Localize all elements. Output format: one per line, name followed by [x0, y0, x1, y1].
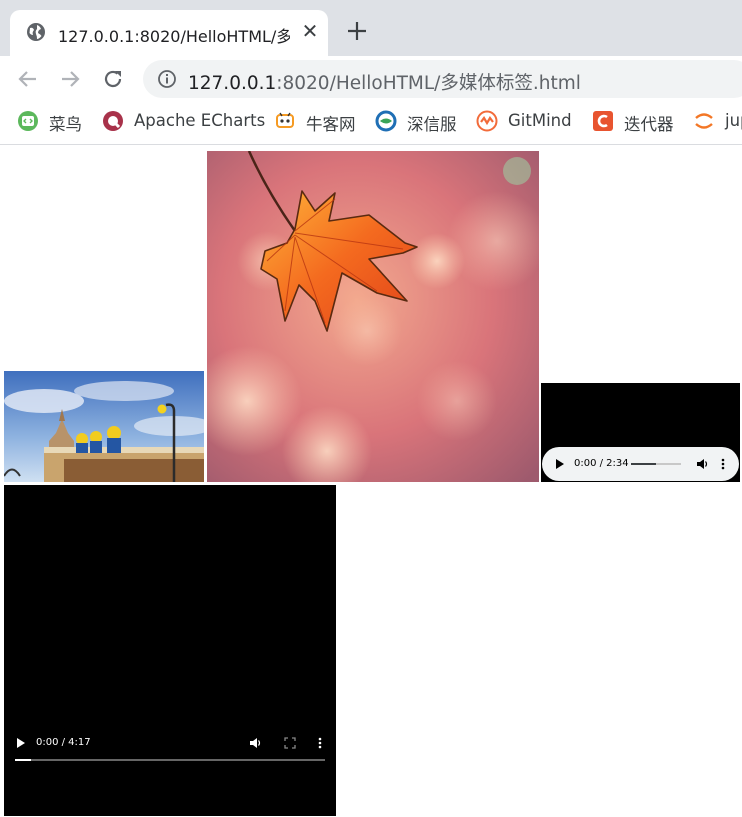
- bookmarks-bar: 菜鸟 Apache ECharts 牛客网 深信服 GitMind 迭代器 ju: [0, 102, 742, 145]
- tab-strip: 127.0.0.1:8020/HelloHTML/多媒体标签.html ✕: [0, 0, 742, 56]
- video-seek-bar[interactable]: [15, 759, 325, 761]
- back-arrow-icon[interactable]: [17, 68, 39, 90]
- nowcoder-icon: [276, 112, 294, 128]
- video-time: 0:00 / 4:17: [36, 737, 91, 748]
- audio-volume-fill: [631, 463, 656, 465]
- url-path: :8020/HelloHTML/多媒体标签.html: [276, 73, 581, 94]
- bookmark-label: Apache ECharts: [134, 111, 266, 130]
- forward-arrow-icon[interactable]: [59, 68, 81, 90]
- url-host: 127.0.0.1: [188, 73, 277, 94]
- video-player[interactable]: 0:00 / 4:17: [4, 485, 336, 816]
- info-icon[interactable]: [157, 69, 177, 89]
- audio-controls: 0:00 / 2:34: [542, 447, 739, 481]
- bookmark-label: 迭代器: [624, 115, 674, 134]
- city-photo: [4, 371, 204, 482]
- close-icon[interactable]: ✕: [300, 22, 320, 42]
- maple-leaf-image: [207, 151, 539, 482]
- audio-volume-slider[interactable]: [631, 463, 681, 465]
- volume-icon[interactable]: [697, 458, 709, 470]
- globe-icon: [27, 23, 45, 41]
- new-tab-icon[interactable]: [346, 20, 368, 42]
- video-buffered-fill: [15, 759, 31, 761]
- toolbar: 127.0.0.1:8020/HelloHTML/多媒体标签.html: [0, 56, 742, 102]
- more-vert-icon[interactable]: [721, 458, 725, 470]
- echarts-icon: [103, 111, 123, 131]
- bookmark-label: 牛客网: [306, 115, 356, 134]
- jupyter-icon: [695, 113, 713, 129]
- maple-leaf-photo: [207, 151, 539, 482]
- volume-icon[interactable]: [250, 737, 263, 749]
- bookmark-label: jupyter: [725, 111, 742, 130]
- play-icon[interactable]: [16, 738, 26, 748]
- bookmark-label: 深信服: [407, 115, 457, 134]
- play-icon[interactable]: [555, 459, 565, 469]
- runoob-icon: [18, 111, 38, 131]
- url-text: 127.0.0.1:8020/HelloHTML/多媒体标签.html: [188, 69, 581, 95]
- gitmind-icon: [476, 110, 498, 132]
- c-logo-icon: [593, 111, 613, 131]
- audio-time: 0:00 / 2:34: [574, 458, 629, 469]
- address-bar[interactable]: 127.0.0.1:8020/HelloHTML/多媒体标签.html: [143, 60, 742, 98]
- bookmark-label: 菜鸟: [49, 115, 82, 134]
- bookmark-label: GitMind: [508, 111, 572, 130]
- active-tab[interactable]: 127.0.0.1:8020/HelloHTML/多媒体标签.html ✕: [10, 10, 328, 56]
- audio-player[interactable]: 0:00 / 2:34: [541, 383, 740, 482]
- fullscreen-icon[interactable]: [284, 737, 296, 749]
- tab-title: 127.0.0.1:8020/HelloHTML/多媒体标签.html: [58, 27, 290, 46]
- sangfor-icon: [375, 110, 397, 132]
- reload-icon[interactable]: [102, 68, 124, 90]
- more-vert-icon[interactable]: [318, 737, 322, 749]
- page-content: 0:00 / 2:34 0:00 / 4:17: [0, 145, 742, 817]
- city-photo-image: [4, 371, 204, 482]
